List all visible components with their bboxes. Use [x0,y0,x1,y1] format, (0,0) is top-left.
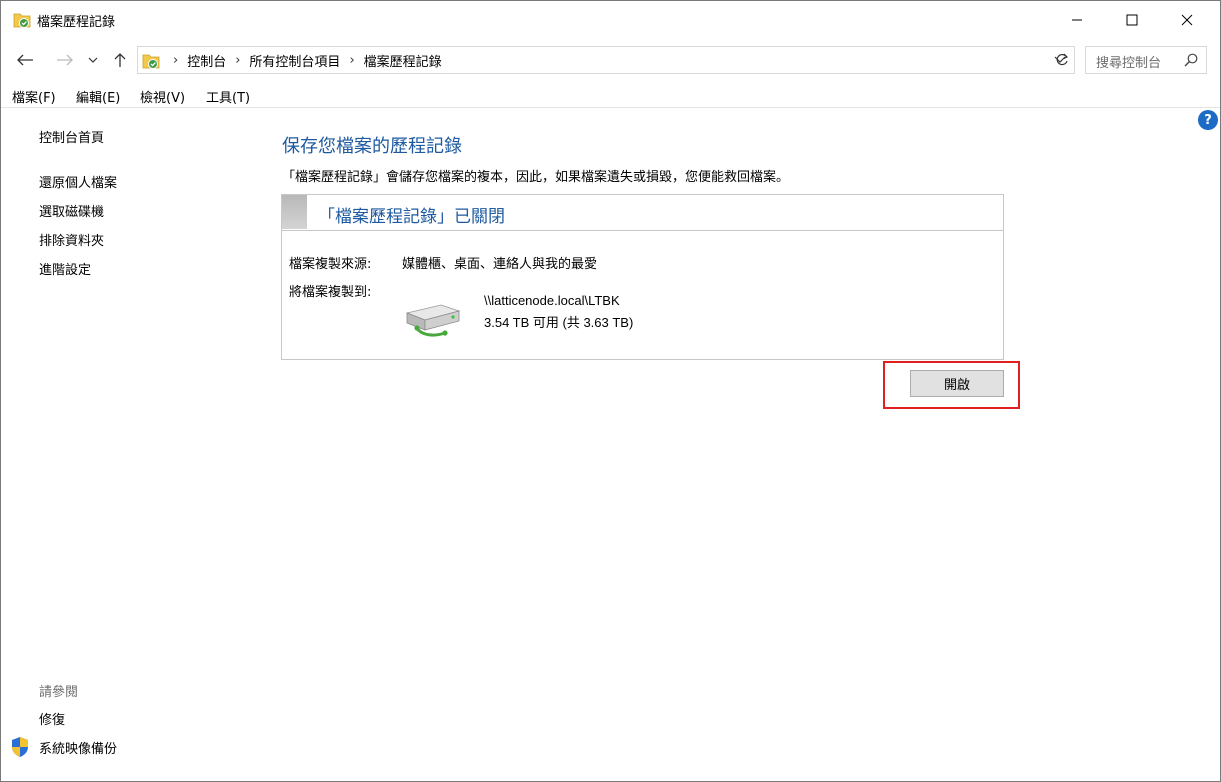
menu-edit[interactable]: 編輯(E) [76,87,120,106]
exclude-folders-link[interactable]: 排除資料夾 [39,230,104,249]
menu-file[interactable]: 檔案(F) [12,87,56,106]
close-icon [1181,14,1193,26]
refresh-button[interactable] [1049,46,1075,74]
see-also-heading: 請參閱 [39,685,79,700]
back-button[interactable] [13,46,37,74]
control-panel-home-link[interactable]: 控制台首頁 [39,127,104,146]
minimize-icon [1072,19,1082,21]
status-text: 「檔案歷程記錄」已關閉 [318,207,505,227]
breadcrumb-separator-icon: › [349,52,355,68]
network-drive-icon [403,295,463,341]
breadcrumb-separator-icon: › [235,52,241,68]
search-icon[interactable] [1184,53,1198,71]
search-placeholder: 搜尋控制台 [1096,56,1162,71]
forward-button[interactable] [53,46,77,74]
highlight-box [883,361,1020,409]
arrow-left-icon [17,54,33,66]
recent-locations-button[interactable] [83,46,103,74]
source-label: 檔案複製來源: [289,257,372,272]
arrow-right-icon [57,54,73,66]
status-header: 「檔案歷程記錄」已關閉 [282,195,1003,231]
breadcrumb: › 控制台 › 所有控制台項目 › 檔案歷程記錄 [164,47,442,73]
chevron-down-icon [88,57,98,63]
control-panel-folder-icon [142,52,160,70]
select-drive-link[interactable]: 選取磁碟機 [39,201,104,220]
system-image-backup-link[interactable]: 系統映像備份 [39,738,117,757]
uac-shield-icon [10,736,30,758]
page-title: 保存您檔案的歷程記錄 [282,136,462,157]
status-panel: 「檔案歷程記錄」已關閉 檔案複製來源: 媒體櫃、桌面、連絡人與我的最愛 將檔案複… [281,194,1004,360]
breadcrumb-separator-icon: › [173,52,179,68]
maximize-button[interactable] [1109,1,1155,39]
breadcrumb-file-history[interactable]: 檔案歷程記錄 [364,51,442,70]
destination-label: 將檔案複製到: [289,285,372,300]
page-description: 「檔案歷程記錄」會儲存您檔案的複本，因此，如果檔案遺失或損毀，您便能救回檔案。 [282,170,790,185]
file-history-window: 檔案歷程記錄 › 控制台 › 所有控制台項目 › 檔案歷程記錄 搜尋控制台 檔案… [0,0,1221,782]
navigation-bar: › 控制台 › 所有控制台項目 › 檔案歷程記錄 搜尋控制台 [1,44,1220,76]
restore-personal-files-link[interactable]: 還原個人檔案 [39,172,117,191]
advanced-settings-link[interactable]: 進階設定 [39,259,91,278]
file-history-app-icon [13,11,31,29]
help-icon[interactable]: ? [1198,110,1218,130]
destination-space: 3.54 TB 可用 (共 3.63 TB) [484,315,634,330]
source-value: 媒體櫃、桌面、連絡人與我的最愛 [402,257,598,272]
window-title: 檔案歷程記錄 [37,15,116,30]
menu-view[interactable]: 檢視(V) [140,87,185,106]
refresh-icon [1056,53,1068,66]
minimize-button[interactable] [1054,1,1100,39]
menu-bar: 檔案(F) 編輯(E) 檢視(V) 工具(T) [1,85,1220,108]
status-indicator-bar [282,195,307,229]
breadcrumb-all-items[interactable]: 所有控制台項目 [249,51,340,70]
breadcrumb-control-panel[interactable]: 控制台 [187,51,226,70]
menu-tools[interactable]: 工具(T) [206,87,250,106]
up-button[interactable] [108,46,132,74]
recovery-link[interactable]: 修復 [39,709,65,728]
search-box[interactable]: 搜尋控制台 [1085,46,1207,74]
address-bar[interactable]: › 控制台 › 所有控制台項目 › 檔案歷程記錄 [137,46,1075,74]
close-button[interactable] [1164,1,1210,39]
title-bar: 檔案歷程記錄 [1,1,1220,39]
arrow-up-icon [114,53,126,67]
destination-path: \\latticenode.local\LTBK [484,293,620,308]
maximize-icon [1126,14,1138,26]
